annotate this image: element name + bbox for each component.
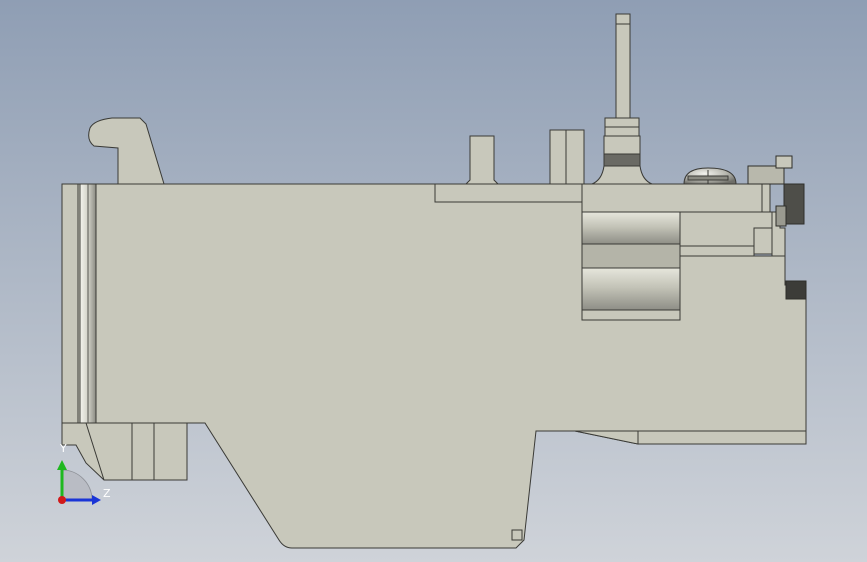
terminal-dark-lower (785, 280, 807, 300)
shaft-dark-band (603, 153, 641, 167)
shaft-base-flare (591, 165, 653, 185)
shaft-neck (603, 135, 641, 155)
bottom-rail (574, 430, 639, 445)
cylinder-lower (581, 267, 681, 311)
cylinder-upper (581, 211, 681, 245)
right-step-block (753, 227, 773, 255)
top-clip-hook (88, 117, 165, 185)
terminal-inner (775, 205, 787, 227)
terminal-cap (747, 165, 785, 185)
top-post-1 (464, 135, 500, 185)
terminal-dark-upper (783, 183, 805, 225)
cylinder-middle (581, 243, 681, 269)
cad-viewport[interactable]: Y Z (0, 0, 867, 562)
terminal-screw (683, 167, 737, 185)
screw-washer (687, 175, 729, 181)
triad-plane (61, 469, 93, 501)
part-drawing[interactable]: Y Z (0, 0, 867, 562)
top-adjust-shaft (591, 13, 653, 185)
z-axis-arrowhead (92, 495, 101, 505)
bottom-nub (511, 529, 523, 541)
y-axis-arrowhead (57, 460, 67, 470)
cylinder-step (679, 245, 755, 257)
y-axis-label: Y (59, 442, 67, 455)
top-post-2 (549, 129, 585, 185)
x-axis-origin (58, 496, 66, 504)
right-upper-section (581, 183, 763, 213)
z-axis-label: Z (103, 487, 111, 500)
cylinder-base (581, 309, 681, 321)
terminal-tab (775, 155, 793, 169)
shaft-pin (615, 13, 631, 119)
